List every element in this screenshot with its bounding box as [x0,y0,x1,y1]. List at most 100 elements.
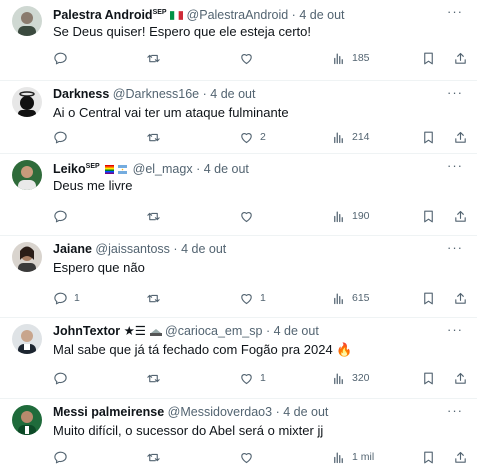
author-name[interactable]: Leiko [53,162,86,176]
tweet[interactable]: Palestra AndroidSEP @PalestraAndroid · 4… [0,0,477,81]
author-name[interactable]: JohnTextor ★☰ [53,324,146,338]
avatar[interactable] [12,6,42,36]
views-chart-icon [334,53,343,64]
retweet-icon [147,294,160,302]
share-button[interactable] [453,50,468,66]
views-chart-icon [334,293,343,304]
views-button[interactable]: 320 [331,370,370,386]
heart-icon [241,132,252,143]
views-count: 185 [352,52,370,64]
name-superscript: SEP [85,163,100,170]
tweet-header: Darkness @Darkness16e · 4 de out [53,86,437,102]
avatar[interactable] [12,324,42,354]
tweet[interactable]: Messi palmeirense @Messidoverdao3 · 4 de… [0,399,477,472]
views-chart-icon [334,132,343,143]
bookmark-icon [424,131,433,143]
like-button[interactable]: 1 [239,370,266,386]
tweet-header: Messi palmeirense @Messidoverdao3 · 4 de… [53,404,437,420]
reply-button[interactable] [53,208,74,224]
reply-button[interactable] [53,50,74,66]
action-bar: 1 1 615 [53,290,468,306]
avatar[interactable] [12,87,42,117]
more-options-icon[interactable]: ··· [447,403,463,418]
share-button[interactable] [453,449,468,465]
retweet-button[interactable] [146,449,167,465]
like-button[interactable] [239,208,260,224]
share-button[interactable] [453,208,468,224]
author-name[interactable]: Darkness [53,87,109,101]
reply-button[interactable] [53,370,74,386]
tweet[interactable]: Jaiane @jaissantoss · 4 de out ··· Esper… [0,236,477,318]
bookmark-button[interactable] [421,449,436,465]
avatar[interactable] [12,405,42,435]
stadium-icon [149,324,162,340]
reply-icon [54,372,67,384]
retweet-button[interactable] [146,50,167,66]
timestamp[interactable]: 4 de out [210,87,255,101]
author-handle[interactable]: @Darkness16e [113,87,199,101]
bookmark-button[interactable] [421,208,436,224]
timestamp[interactable]: 4 de out [283,405,328,419]
author-handle[interactable]: @jaissantoss [95,242,170,256]
separator: · [265,324,271,338]
reply-button[interactable] [53,449,74,465]
views-button[interactable]: 615 [331,290,370,306]
bookmark-button[interactable] [421,290,436,306]
separator: · [291,8,296,23]
retweet-button[interactable] [146,129,167,145]
reply-count: 1 [74,292,80,304]
retweet-button[interactable] [146,290,167,306]
timestamp[interactable]: 4 de out [204,162,249,176]
author-handle[interactable]: @carioca_em_sp [165,324,262,338]
author-name[interactable]: Jaiane [53,242,92,256]
bookmark-icon [424,451,433,463]
reply-button[interactable]: 1 [53,290,80,306]
tweet[interactable]: Darkness @Darkness16e · 4 de out ··· Ai … [0,81,477,154]
views-count: 214 [352,131,370,143]
author-handle[interactable]: @PalestraAndroid [187,8,289,22]
reply-button[interactable] [53,129,74,145]
action-bar: 1 320 [53,370,468,386]
more-options-icon[interactable]: ··· [447,4,463,19]
italy-flag-icon [170,8,184,24]
share-button[interactable] [453,129,468,145]
tweet-text: Espero que não [53,260,145,275]
more-options-icon[interactable]: ··· [447,240,463,255]
views-count: 320 [352,372,370,384]
views-count: 190 [352,210,370,222]
bookmark-button[interactable] [421,129,436,145]
share-button[interactable] [453,290,468,306]
like-button[interactable] [239,50,260,66]
heart-icon [241,373,252,384]
tweet-header: LeikoSEP @el_magx · 4 de out [53,159,437,178]
author-name[interactable]: Palestra Android [53,8,153,22]
views-button[interactable]: 190 [331,208,370,224]
timestamp[interactable]: 4 de out [274,324,319,338]
views-button[interactable]: 214 [331,129,370,145]
name-superscript: SEP [152,9,167,16]
author-handle[interactable]: @Messidoverdao3 [168,405,272,419]
like-button[interactable]: 1 [239,290,266,306]
tweet-header: Palestra AndroidSEP @PalestraAndroid · 4… [53,5,437,24]
like-button[interactable] [239,449,260,465]
avatar[interactable] [12,242,42,272]
retweet-button[interactable] [146,208,167,224]
more-options-icon[interactable]: ··· [447,85,463,100]
separator: · [202,87,207,101]
views-button[interactable]: 185 [331,50,370,66]
share-button[interactable] [453,370,468,386]
like-button[interactable]: 2 [239,129,266,145]
more-options-icon[interactable]: ··· [447,322,463,337]
timestamp[interactable]: 4 de out [181,242,226,256]
retweet-button[interactable] [146,370,167,386]
more-options-icon[interactable]: ··· [447,158,463,173]
bookmark-button[interactable] [421,370,436,386]
tweet[interactable]: LeikoSEP @el_magx · 4 de out ··· Deus me… [0,154,477,236]
author-handle[interactable]: @el_magx [133,162,193,176]
tweet[interactable]: JohnTextor ★☰ @carioca_em_sp · 4 de out … [0,318,477,399]
timestamp[interactable]: 4 de out [299,8,344,22]
views-button[interactable]: 1 mil [331,449,374,465]
bookmark-button[interactable] [421,50,436,66]
avatar[interactable] [12,160,42,190]
author-name[interactable]: Messi palmeirense [53,405,164,419]
